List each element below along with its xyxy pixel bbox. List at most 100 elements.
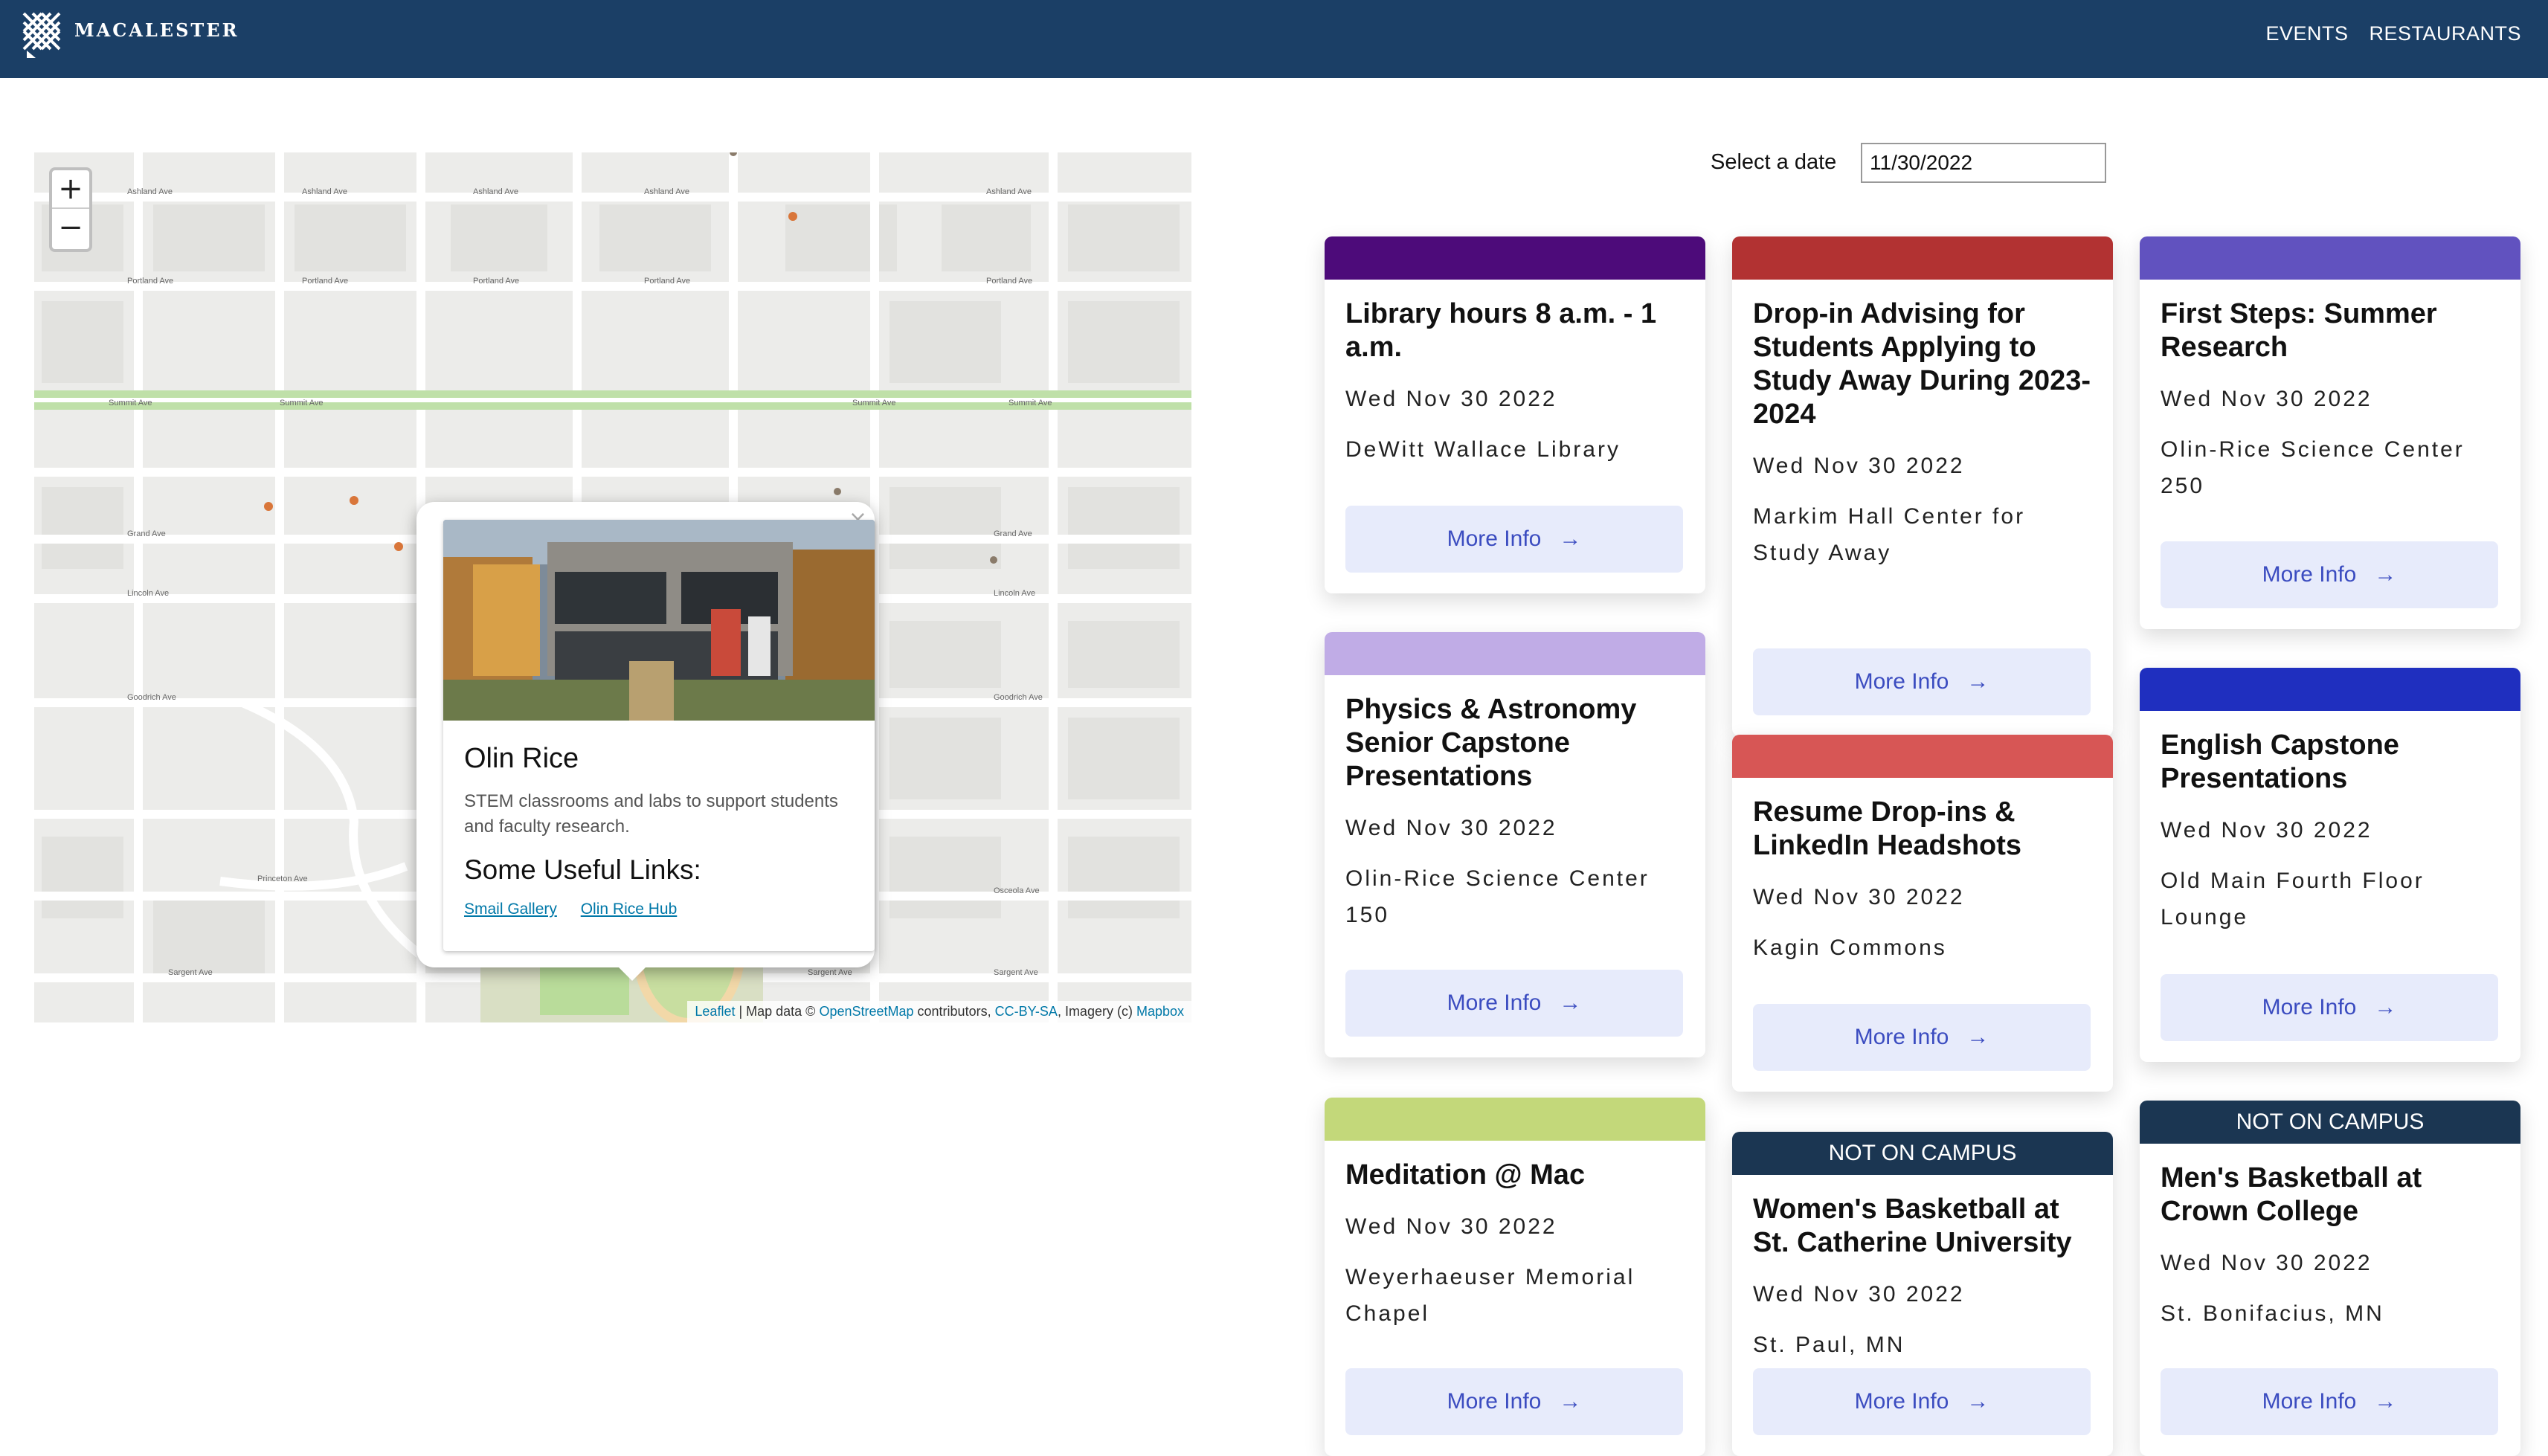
event-location: Olin-Rice Science Center 150 — [1345, 866, 1650, 927]
event-category-band — [2140, 668, 2520, 711]
svg-text:Sargent Ave: Sargent Ave — [808, 968, 852, 977]
nav-restaurants-link[interactable]: RESTAURANTS — [2369, 22, 2521, 45]
zoom-control: + − — [49, 167, 92, 252]
license-link[interactable]: CC-BY-SA — [995, 1004, 1058, 1019]
svg-text:Portland Ave: Portland Ave — [127, 277, 173, 286]
event-card: Meditation @ Mac Wed Nov 30 2022 Weyerhaeu… — [1325, 1098, 1705, 1456]
building-photo — [443, 520, 875, 721]
arrow-right-icon: → — [1966, 669, 1989, 694]
event-date: Wed Nov 30 2022 — [2161, 1251, 2372, 1275]
more-info-button[interactable]: More Info → — [1345, 1368, 1683, 1435]
svg-text:Lincoln Ave: Lincoln Ave — [127, 589, 169, 598]
more-info-button[interactable]: More Info → — [2161, 1368, 2498, 1435]
more-info-label: More Info — [1447, 1389, 1542, 1414]
event-location: Weyerhaeuser Memorial Chapel — [1345, 1265, 1635, 1326]
more-info-button[interactable]: More Info → — [2161, 974, 2498, 1041]
svg-text:Princeton Ave: Princeton Ave — [257, 874, 308, 883]
arrow-right-icon: → — [2374, 1389, 2397, 1414]
date-input[interactable] — [1861, 143, 2106, 183]
arrow-right-icon: → — [1966, 1389, 1989, 1414]
svg-text:Ashland Ave: Ashland Ave — [644, 187, 689, 196]
smail-gallery-link[interactable]: Smail Gallery — [464, 901, 557, 918]
svg-text:Sargent Ave: Sargent Ave — [168, 968, 213, 977]
more-info-button[interactable]: More Info → — [1753, 648, 2091, 715]
more-info-button[interactable]: More Info → — [2161, 541, 2498, 608]
more-info-label: More Info — [1447, 526, 1542, 551]
more-info-button[interactable]: More Info → — [1753, 1368, 2091, 1435]
event-category-band — [1325, 236, 1705, 280]
svg-text:Goodrich Ave: Goodrich Ave — [994, 693, 1043, 702]
event-card: NOT ON CAMPUS Women's Basketball at St. C… — [1732, 1132, 2113, 1456]
more-info-label: More Info — [1447, 990, 1542, 1015]
popup-description: STEM classrooms and labs to support stud… — [464, 791, 838, 837]
zoom-out-button[interactable]: − — [52, 209, 89, 248]
nav-events-link[interactable]: EVENTS — [2265, 22, 2348, 45]
more-info-button[interactable]: More Info → — [1753, 1004, 2091, 1071]
main-nav: EVENTS RESTAURANTS — [2265, 22, 2521, 45]
popup-tip — [617, 966, 647, 981]
popup-title: Olin Rice — [464, 743, 579, 774]
arrow-right-icon: → — [1559, 990, 1582, 1015]
event-location: St. Paul, MN — [1753, 1333, 1905, 1357]
map-attribution: Leaflet | Map data © OpenStreetMap contr… — [687, 1001, 1191, 1022]
svg-text:Portland Ave: Portland Ave — [473, 277, 519, 286]
popup-links-heading: Some Useful Links: — [464, 854, 701, 885]
event-category-band — [1325, 1098, 1705, 1141]
event-location: Kagin Commons — [1753, 935, 1947, 960]
leaflet-link[interactable]: Leaflet — [695, 1004, 735, 1019]
attribution-text-2: contributors, — [913, 1004, 995, 1019]
svg-text:Sargent Ave: Sargent Ave — [994, 968, 1038, 977]
svg-text:Summit Ave: Summit Ave — [280, 399, 324, 408]
brand-name[interactable]: MACALESTER — [74, 19, 239, 41]
event-card: First Steps: Summer Research Wed Nov 30 2… — [2140, 236, 2520, 629]
svg-text:Grand Ave: Grand Ave — [127, 529, 166, 538]
location-popup: × Olin Rice STEM classrooms and labs to … — [416, 502, 875, 967]
event-card: Library hours 8 a.m. - 1 a.m. Wed Nov 30 … — [1325, 236, 1705, 593]
more-info-button[interactable]: More Info → — [1345, 970, 1683, 1037]
date-picker-label: Select a date — [1711, 150, 1837, 174]
more-info-label: More Info — [2262, 995, 2357, 1019]
event-date: Wed Nov 30 2022 — [1753, 1282, 1965, 1307]
mapbox-link[interactable]: Mapbox — [1136, 1004, 1184, 1019]
event-location: Old Main Fourth Floor Lounge — [2161, 869, 2425, 930]
event-card: Resume Drop-ins & LinkedIn Headshots Wed … — [1732, 735, 2113, 1092]
more-info-label: More Info — [1854, 1389, 1949, 1414]
arrow-right-icon: → — [1966, 1025, 1989, 1049]
event-category-band — [1732, 236, 2113, 280]
event-category-band: NOT ON CAMPUS — [1732, 1132, 2113, 1175]
svg-text:Lincoln Ave: Lincoln Ave — [994, 589, 1035, 598]
svg-text:Goodrich Ave: Goodrich Ave — [127, 693, 176, 702]
campus-map[interactable]: Ashland Ave Ashland Ave Ashland Ave Ashland… — [34, 152, 1191, 1022]
popup-card: Olin Rice STEM classrooms and labs to su… — [443, 520, 875, 951]
attribution-text-1: | Map data © — [735, 1004, 820, 1019]
event-location: Olin-Rice Science Center 250 — [2161, 437, 2465, 498]
svg-text:Osceola Ave: Osceola Ave — [994, 886, 1040, 895]
event-card: Drop-in Advising for Students Applying t… — [1732, 236, 2113, 736]
event-title: Men's Basketball at Crown College — [2161, 1162, 2422, 1227]
event-location: DeWitt Wallace Library — [1345, 437, 1621, 462]
macalester-logo-icon[interactable] — [21, 9, 62, 58]
svg-text:Portland Ave: Portland Ave — [986, 277, 1032, 286]
svg-text:Ashland Ave: Ashland Ave — [986, 187, 1032, 196]
event-date: Wed Nov 30 2022 — [1345, 816, 1557, 840]
more-info-button[interactable]: More Info → — [1345, 506, 1683, 573]
zoom-in-button[interactable]: + — [52, 170, 89, 209]
event-location: St. Bonifacius, MN — [2161, 1301, 2384, 1326]
more-info-label: More Info — [2262, 1389, 2357, 1414]
svg-text:Grand Ave: Grand Ave — [994, 529, 1032, 538]
event-title: Meditation @ Mac — [1345, 1159, 1586, 1191]
event-title: Resume Drop-ins & LinkedIn Headshots — [1753, 796, 2022, 861]
event-date: Wed Nov 30 2022 — [1753, 454, 1965, 478]
olin-rice-hub-link[interactable]: Olin Rice Hub — [581, 901, 678, 918]
openstreetmap-link[interactable]: OpenStreetMap — [819, 1004, 913, 1019]
event-title: Library hours 8 a.m. - 1 a.m. — [1345, 298, 1657, 363]
more-info-label: More Info — [1854, 1025, 1949, 1049]
event-date: Wed Nov 30 2022 — [1345, 1214, 1557, 1239]
svg-text:Summit Ave: Summit Ave — [852, 399, 896, 408]
event-title: Physics & Astronomy Senior Capstone Pres… — [1345, 694, 1637, 792]
attribution-text-3: , Imagery (c) — [1057, 1004, 1136, 1019]
svg-text:Portland Ave: Portland Ave — [644, 277, 690, 286]
arrow-right-icon: → — [2374, 995, 2397, 1019]
event-category-band: NOT ON CAMPUS — [2140, 1101, 2520, 1144]
event-date: Wed Nov 30 2022 — [1753, 885, 1965, 909]
